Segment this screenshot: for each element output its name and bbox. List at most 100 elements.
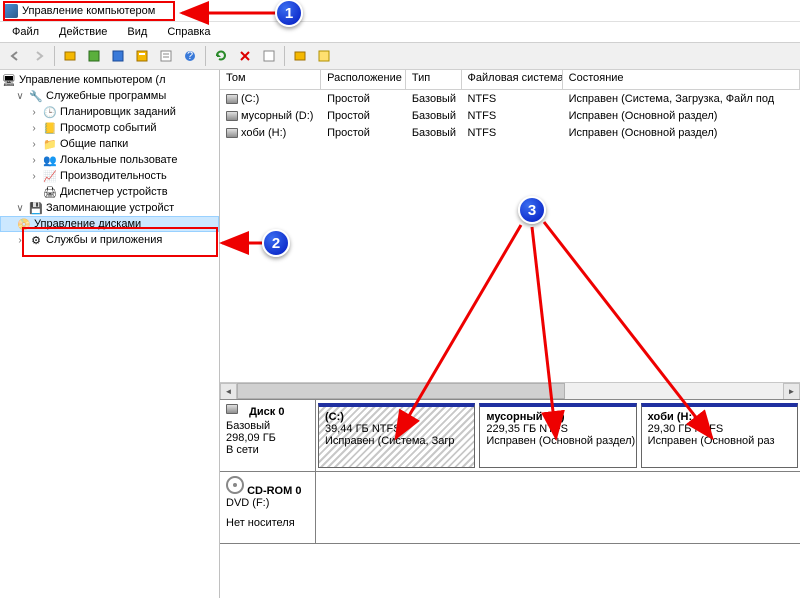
col-status[interactable]: Состояние xyxy=(563,70,800,89)
forward-button[interactable] xyxy=(28,45,50,67)
vol-status-cell: Исправен (Основной раздел) xyxy=(563,107,800,124)
tree-storage[interactable]: ∨💾Запоминающие устройст xyxy=(0,200,219,216)
tree-pane: 🖥Управление компьютером (л ∨🔧Служебные п… xyxy=(0,70,220,598)
collapse-icon[interactable]: ∨ xyxy=(14,203,26,214)
tree-users[interactable]: ›👥Локальные пользовате xyxy=(0,152,219,168)
menu-action[interactable]: Действие xyxy=(51,24,115,40)
disk-size: 298,09 ГБ xyxy=(226,432,309,444)
menu-view[interactable]: Вид xyxy=(119,24,155,40)
vol-layout-cell: Простой xyxy=(321,107,406,124)
tree-label: Службы и приложения xyxy=(46,234,162,246)
scrollbar-thumb[interactable] xyxy=(237,383,565,399)
partition-status: Исправен (Основной раздел) xyxy=(486,435,629,447)
scroll-left-icon[interactable]: ◄ xyxy=(220,383,237,400)
vol-type-cell: Базовый xyxy=(406,90,462,107)
col-volume[interactable]: Том xyxy=(220,70,321,89)
device-manager-icon: 🖨 xyxy=(43,185,57,199)
vol-fs-cell: NTFS xyxy=(461,107,562,124)
vol-status-cell: Исправен (Система, Загрузка, Файл под xyxy=(563,90,800,107)
tree-label: Управление дисками xyxy=(34,218,141,230)
vol-name-cell: (C:) xyxy=(220,90,321,107)
collapse-icon[interactable]: ∨ xyxy=(14,91,26,102)
event-viewer-icon: 📒 xyxy=(43,121,57,135)
tree-services[interactable]: ›⚙Службы и приложения xyxy=(0,232,219,248)
properties-icon[interactable] xyxy=(155,45,177,67)
toolbar-icon-2[interactable] xyxy=(83,45,105,67)
col-layout[interactable]: Расположение xyxy=(321,70,406,89)
menu-file[interactable]: Файл xyxy=(4,24,47,40)
expand-icon[interactable]: › xyxy=(28,171,40,182)
toolbar-separator xyxy=(205,46,206,66)
partition-status: Исправен (Система, Загр xyxy=(325,435,468,447)
right-pane: Том Расположение Тип Файловая система Со… xyxy=(220,70,800,598)
col-fs[interactable]: Файловая система xyxy=(462,70,563,89)
tree-shared[interactable]: ›📁Общие папки xyxy=(0,136,219,152)
tree-disk-management[interactable]: 📀Управление дисками xyxy=(0,216,219,232)
toolbar-icon-3[interactable] xyxy=(107,45,129,67)
toolbar-icon-list[interactable] xyxy=(258,45,280,67)
disk-0-info[interactable]: Диск 0 Базовый 298,09 ГБ В сети xyxy=(220,400,316,471)
tree-root[interactable]: 🖥Управление компьютером (л xyxy=(0,72,219,88)
annotation-badge-3: 3 xyxy=(518,196,546,224)
vol-status-cell: Исправен (Основной раздел) xyxy=(563,124,800,141)
computer-icon: 🖥 xyxy=(2,73,16,87)
expand-icon[interactable]: › xyxy=(28,155,40,166)
expand-icon[interactable]: › xyxy=(28,107,40,118)
delete-icon[interactable] xyxy=(234,45,256,67)
refresh-icon[interactable] xyxy=(210,45,232,67)
toolbar-icon-5[interactable] xyxy=(289,45,311,67)
hard-disk-icon xyxy=(226,404,246,420)
scrollbar-track[interactable] xyxy=(237,383,783,399)
menu-help[interactable]: Справка xyxy=(159,24,218,40)
cdrom-info[interactable]: CD-ROM 0 DVD (F:) Нет носителя xyxy=(220,472,316,543)
vol-fs-cell: NTFS xyxy=(461,124,562,141)
expand-icon[interactable]: › xyxy=(28,139,40,150)
horizontal-scrollbar[interactable]: ◄ ► xyxy=(220,382,800,399)
tree-scheduler[interactable]: ›🕒Планировщик заданий xyxy=(0,104,219,120)
toolbar-icon-4[interactable] xyxy=(131,45,153,67)
vol-name-cell: мусорный (D:) xyxy=(220,107,321,124)
toolbar-icon-6[interactable] xyxy=(313,45,335,67)
drive-icon xyxy=(226,94,238,104)
expand-icon[interactable]: › xyxy=(28,123,40,134)
vol-layout-cell: Простой xyxy=(321,90,406,107)
drive-icon xyxy=(226,111,238,121)
toolbar-separator xyxy=(54,46,55,66)
partition-name: (C:) xyxy=(325,411,468,423)
tree-root-label: Управление компьютером (л xyxy=(19,74,166,86)
vol-type-cell: Базовый xyxy=(406,107,462,124)
partition-name: хоби (H:) xyxy=(648,411,791,423)
volume-row[interactable]: (C:)ПростойБазовыйNTFSИсправен (Система,… xyxy=(220,90,800,107)
disk-name: Диск 0 xyxy=(249,406,284,418)
toolbar-icon-1[interactable] xyxy=(59,45,81,67)
disk-map: Диск 0 Базовый 298,09 ГБ В сети (C:)39,4… xyxy=(220,400,800,598)
partition-status: Исправен (Основной раз xyxy=(648,435,791,447)
partition[interactable]: хоби (H:)29,30 ГБ NTFSИсправен (Основной… xyxy=(641,403,798,468)
volume-row[interactable]: мусорный (D:)ПростойБазовыйNTFSИсправен … xyxy=(220,107,800,124)
shared-folders-icon: 📁 xyxy=(43,137,57,151)
partition[interactable]: (C:)39,44 ГБ NTFSИсправен (Система, Загр xyxy=(318,403,475,468)
col-type[interactable]: Тип xyxy=(406,70,462,89)
tree-label: Производительность xyxy=(60,170,167,182)
volume-list-header: Том Расположение Тип Файловая система Со… xyxy=(220,70,800,90)
performance-icon: 📈 xyxy=(43,169,57,183)
tree-devmgr[interactable]: 🖨Диспетчер устройств xyxy=(0,184,219,200)
svg-text:?: ? xyxy=(187,50,193,62)
partition[interactable]: мусорный (D:)229,35 ГБ NTFSИсправен (Осн… xyxy=(479,403,636,468)
tree-label: Диспетчер устройств xyxy=(60,186,168,198)
tree-events[interactable]: ›📒Просмотр событий xyxy=(0,120,219,136)
tree-perf[interactable]: ›📈Производительность xyxy=(0,168,219,184)
expand-icon[interactable]: › xyxy=(14,235,26,246)
vol-name-cell: хоби (H:) xyxy=(220,124,321,141)
volume-row[interactable]: хоби (H:)ПростойБазовыйNTFSИсправен (Осн… xyxy=(220,124,800,141)
users-icon: 👥 xyxy=(43,153,57,167)
scroll-right-icon[interactable]: ► xyxy=(783,383,800,400)
help-icon[interactable]: ? xyxy=(179,45,201,67)
tree-system-tools[interactable]: ∨🔧Служебные программы xyxy=(0,88,219,104)
window-title: Управление компьютером xyxy=(22,5,796,17)
back-button[interactable] xyxy=(4,45,26,67)
tree-label: Служебные программы xyxy=(46,90,166,102)
tree-label: Локальные пользовате xyxy=(60,154,177,166)
vol-layout-cell: Простой xyxy=(321,124,406,141)
annotation-badge-2: 2 xyxy=(262,229,290,257)
